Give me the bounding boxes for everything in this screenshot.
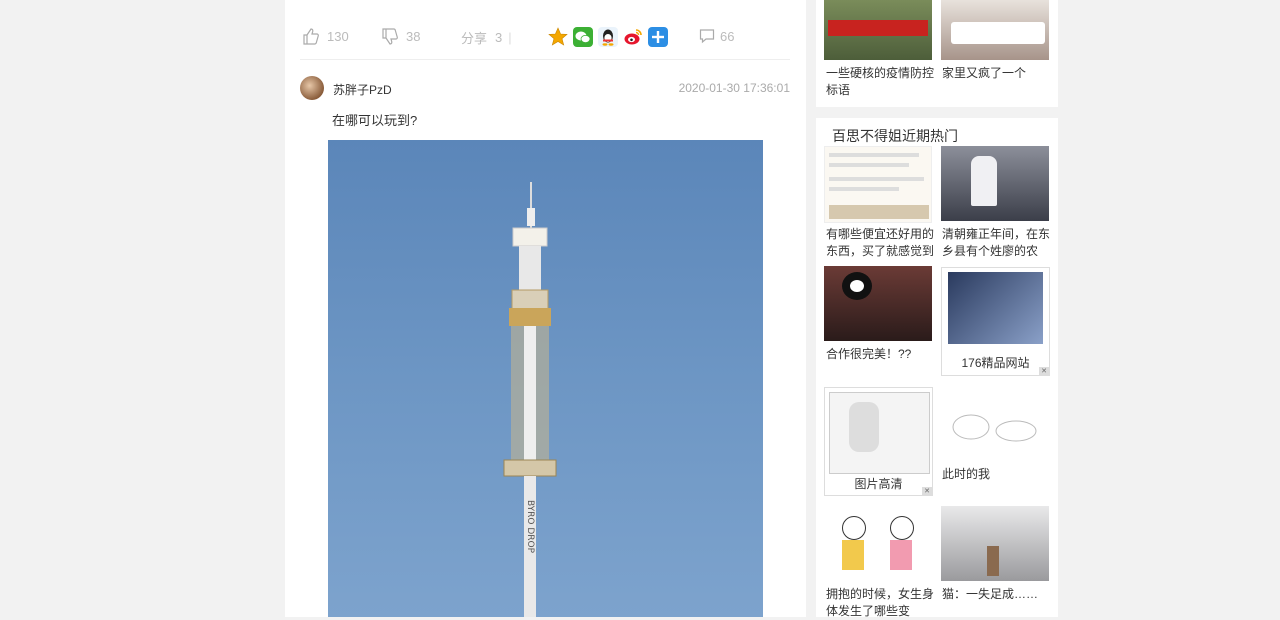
like-button[interactable]: 130 [302,28,349,45]
hot-caption-1[interactable]: 有哪些便宜还好用的东西，买了就感觉到 [826,226,938,260]
dislike-count: 38 [406,29,421,44]
section-title: 百思不得姐近期热门 [832,128,958,144]
post-panel: 130 38 分享 3 | 66 苏胖子PzD 2020-01-30 17:36… [285,0,806,617]
more-share-plus-icon[interactable] [648,27,668,47]
sidebar-top-box: 一些硬核的疫情防控标语 家里又疯了一个 [816,0,1058,107]
ad-manga-caption: 图片高清 [854,477,903,491]
thumb-street-photo[interactable] [941,146,1049,221]
thumbs-down-icon [382,28,398,45]
divider [300,59,790,60]
hot-caption-6[interactable]: 此时的我 [942,466,1054,483]
weibo-share-icon[interactable] [623,27,643,47]
comment-button[interactable]: 66 [699,28,734,44]
ad-tag: ✕ [1039,367,1049,375]
ad-tag: ✕ [922,487,932,495]
top-item-caption-2[interactable]: 家里又疯了一个 [942,65,1054,82]
svg-text:BYRO DROP: BYRO DROP [525,500,535,554]
ad-176-site[interactable]: 176精品网站 ✕ [941,267,1050,376]
ad-manga[interactable]: 图片高清 ✕ [824,387,933,496]
thumb-sketch[interactable] [941,387,1049,467]
share-count: 3 [495,30,503,45]
thumb-bed-photo[interactable] [941,0,1049,60]
hot-caption-8[interactable]: 猫：一失足成…… [942,586,1054,603]
favorite-star-icon[interactable] [548,27,568,47]
hot-section: 百思不得姐近期热门 有哪些便宜还好用的东西，买了就感觉到 清朝雍正年间，在东乡县… [816,118,1058,620]
comment-bubble-icon [699,29,715,44]
hot-caption-2[interactable]: 清朝雍正年间，在东乡县有个姓廖的农 [942,226,1054,260]
comment-count: 66 [720,28,735,44]
thumb-bear-mascot[interactable] [824,266,932,341]
share-separator: | [508,30,512,45]
comment-username[interactable]: 苏胖子PzD [333,81,392,98]
drop-tower-image[interactable]: BYRO DROP [328,140,763,617]
thumb-epidemic-banner[interactable] [824,0,932,60]
share-label: 分享 [461,31,488,46]
thumb-text-post[interactable] [824,146,932,223]
avatar[interactable] [300,76,324,100]
like-count: 130 [327,29,349,44]
wechat-share-icon[interactable] [573,27,593,47]
dislike-button[interactable]: 38 [381,28,420,45]
thumb-cat-photo[interactable] [941,506,1049,581]
comment-text: 在哪可以玩到? [332,113,418,128]
ad-176-caption: 176精品网站 [961,356,1030,370]
hot-caption-3[interactable]: 合作很完美！?? [826,346,938,363]
thumb-panda-comic[interactable] [824,506,932,581]
hot-caption-7[interactable]: 拥抱的时候，女生身体发生了哪些变 [826,586,938,620]
thumbs-up-icon [303,28,319,45]
qq-share-icon[interactable] [598,27,618,47]
top-item-caption-1[interactable]: 一些硬核的疫情防控标语 [826,65,938,99]
comment-timestamp: 2020-01-30 17:36:01 [678,81,790,95]
share-button[interactable]: 分享 3 | [461,28,512,47]
